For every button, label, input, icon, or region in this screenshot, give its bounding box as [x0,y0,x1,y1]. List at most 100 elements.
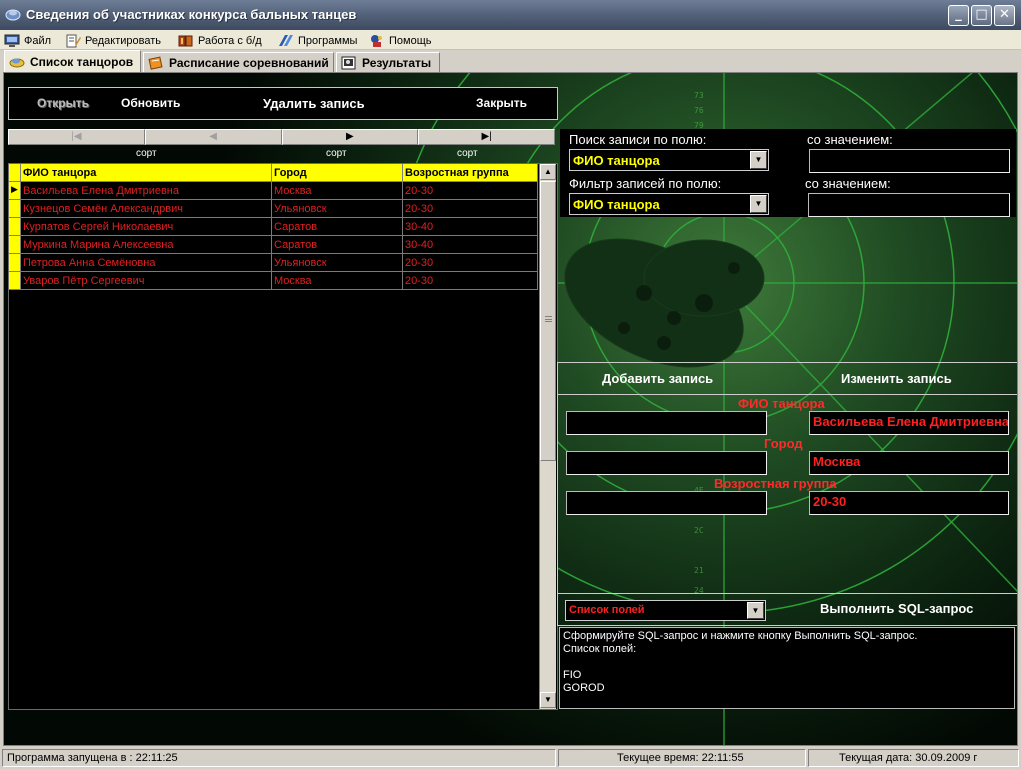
row-indicator [9,254,21,272]
cell-fio[interactable]: Петрова Анна Семёновна [21,254,272,272]
row-indicator: ▶ [9,182,21,200]
menu-edit-label: Редактировать [85,34,161,47]
current-city-input[interactable]: Москва [809,451,1009,475]
table-row[interactable]: Петрова Анна Семёновна Ульяновск 20-30 [9,254,538,272]
cell-age-group[interactable]: 20-30 [403,254,538,272]
search-filter-panel: Поиск записи по полю: со значением: ФИО … [560,129,1016,217]
cell-age-group[interactable]: 30-40 [403,218,538,236]
filter-field-combo[interactable]: ФИО танцора ▼ [569,193,769,215]
results-icon [341,56,356,69]
column-header-city[interactable]: Город [272,164,403,182]
close-form-button[interactable]: Закрыть [476,96,527,110]
cell-city[interactable]: Москва [272,182,403,200]
row-indicator [9,218,21,236]
app-icon [5,9,21,21]
nav-prior-button[interactable]: ◀ [144,129,282,145]
tab-schedule[interactable]: Расписание соревнований [143,52,334,72]
column-header-age-group[interactable]: Возростная группа [403,164,538,182]
new-city-input[interactable] [566,451,767,475]
chevron-down-icon[interactable]: ▼ [750,151,767,169]
search-field-combo[interactable]: ФИО танцора ▼ [569,149,769,171]
column-header-fio[interactable]: ФИО танцора [21,164,272,182]
tab-dancers-list[interactable]: Список танцоров [4,50,141,72]
minimize-button[interactable]: _ [948,5,969,26]
cell-fio[interactable]: Васильева Елена Дмитриевна [21,182,272,200]
current-age-group-input[interactable]: 20-30 [809,491,1009,515]
chevron-down-icon[interactable]: ▼ [747,602,764,619]
dancers-tab-panel: 737679 4E442C 212427 Открыть Обновить Уд… [3,72,1018,746]
sort-city-label[interactable]: сорт [326,148,347,159]
scroll-up-button[interactable]: ▲ [540,164,556,180]
menu-file[interactable]: Файл [4,32,51,49]
nav-first-button[interactable]: |◀ [8,129,145,145]
row-indicator [9,272,21,290]
tab-dancers-list-label: Список танцоров [30,54,134,69]
menu-database[interactable]: Работа с б/д [178,32,262,49]
nav-last-button[interactable]: ▶| [418,129,555,145]
cell-fio[interactable]: Уваров Пётр Сергеевич [21,272,272,290]
current-fio-value: Васильева Елена Дмитриевна [813,414,1009,429]
menu-database-label: Работа с б/д [198,34,262,47]
tab-results[interactable]: Результаты [336,52,440,72]
cell-age-group[interactable]: 20-30 [403,182,538,200]
cell-city[interactable]: Саратов [272,236,403,254]
menu-edit[interactable]: Редактировать [65,32,161,49]
cell-age-group[interactable]: 20-30 [403,272,538,290]
filter-value-input[interactable] [808,193,1010,217]
sort-fio-label[interactable]: сорт [136,148,157,159]
cell-city[interactable]: Саратов [272,218,403,236]
cell-fio[interactable]: Муркина Марина Алексеевна [21,236,272,254]
scroll-thumb[interactable] [540,181,556,461]
cell-age-group[interactable]: 20-30 [403,200,538,218]
grid-header-indicator [9,164,21,182]
run-sql-button[interactable]: Выполнить SQL-запрос [820,601,973,616]
filter-value-label: со значением: [805,176,891,191]
help-icon [371,34,382,47]
chevron-down-icon[interactable]: ▼ [750,195,767,213]
menu-programs[interactable]: Программы [278,32,357,49]
new-fio-input[interactable] [566,411,767,435]
table-row[interactable]: Уваров Пётр Сергеевич Москва 20-30 [9,272,538,290]
action-toolbar: Открыть Обновить Удалить запись Закрыть [8,87,558,120]
current-city-value: Москва [813,454,861,469]
refresh-button[interactable]: Обновить [121,96,180,110]
sort-labels-row: сорт сорт сорт [8,148,556,162]
cell-city[interactable]: Ульяновск [272,200,403,218]
grid-vertical-scrollbar[interactable]: ▲ ▼ [539,164,556,709]
edit-icon [66,34,81,47]
add-record-button[interactable]: Добавить запись [602,371,713,386]
record-editor-panel: Добавить запись Изменить запись ФИО танц… [557,362,1017,594]
menu-file-label: Файл [24,34,52,47]
search-value-input[interactable] [809,149,1010,173]
menu-help[interactable]: Помощь [369,32,432,49]
scroll-down-button[interactable]: ▼ [540,692,556,708]
cell-fio[interactable]: Кузнецов Семён Александрвич [21,200,272,218]
programs-icon [279,34,293,46]
current-fio-input[interactable]: Васильева Елена Дмитриевна [809,411,1009,435]
cell-city[interactable]: Москва [272,272,403,290]
sql-query-textarea[interactable]: Сформируйте SQL-запрос и нажмите кнопку … [559,627,1015,709]
open-button[interactable]: Открыть [37,96,89,110]
dancers-grid[interactable]: ФИО танцора Город Возростная группа ▶ Ва… [8,163,558,710]
sort-age-label[interactable]: сорт [457,148,478,159]
maximize-button[interactable]: □ [971,5,992,26]
fields-list-combo[interactable]: Список полей ▼ [565,600,766,621]
search-field-value: ФИО танцора [573,153,660,168]
table-row[interactable]: Курпатов Сергей Николаевич Саратов 30-40 [9,218,538,236]
nav-next-button[interactable]: ▶ [281,129,419,145]
table-row[interactable]: ▶ Васильева Елена Дмитриевна Москва 20-3… [9,182,538,200]
edit-record-button[interactable]: Изменить запись [841,371,952,386]
delete-record-button[interactable]: Удалить запись [263,96,365,111]
table-row[interactable]: Кузнецов Семён Александрвич Ульяновск 20… [9,200,538,218]
cell-fio[interactable]: Курпатов Сергей Николаевич [21,218,272,236]
close-button[interactable]: ✕ [994,5,1015,26]
status-current-time: Текущее время: 22:11:55 [558,749,806,767]
fio-field-label: ФИО танцора [738,396,825,411]
title-bar[interactable]: Сведения об участниках конкурса бальных … [0,0,1021,30]
cell-city[interactable]: Ульяновск [272,254,403,272]
cell-age-group[interactable]: 30-40 [403,236,538,254]
search-field-label: Поиск записи по полю: [569,132,707,147]
tab-results-label: Результаты [362,55,432,70]
new-age-group-input[interactable] [566,491,767,515]
table-row[interactable]: Муркина Марина Алексеевна Саратов 30-40 [9,236,538,254]
